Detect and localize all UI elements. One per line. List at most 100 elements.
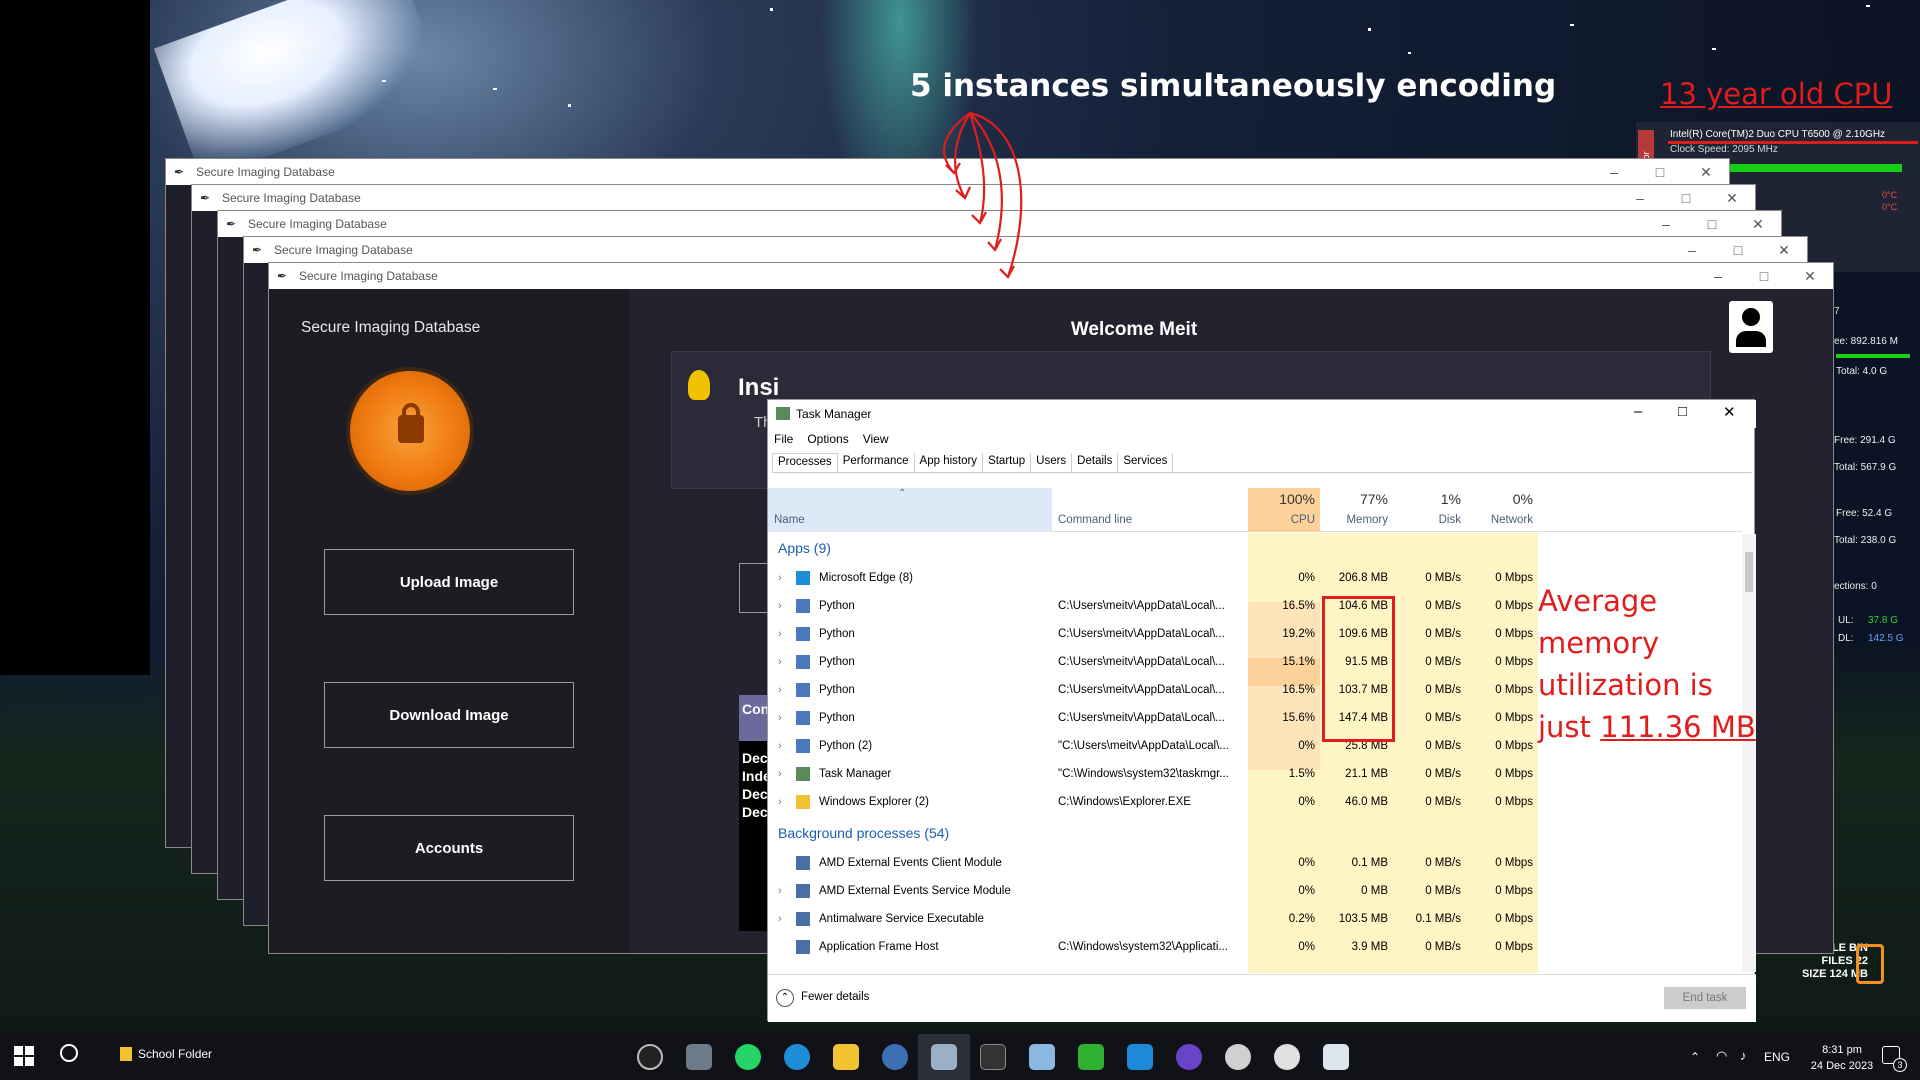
chevron-right-icon[interactable]: › <box>778 913 782 925</box>
tab-users[interactable]: Users <box>1031 453 1073 472</box>
menu-options[interactable]: Options <box>807 432 848 446</box>
name-column-header[interactable]: ⌃ Name <box>768 488 1052 532</box>
process-row[interactable]: › Windows Explorer (2) C:\Windows\Explorer… <box>768 788 1742 816</box>
process-row[interactable]: › AMD External Events Service Module 0% 0 M… <box>768 877 1742 905</box>
chevron-right-icon[interactable]: › <box>778 600 782 612</box>
chevron-right-icon[interactable]: › <box>778 684 782 696</box>
annotation-line: utilization is <box>1538 668 1713 702</box>
clock-time: 8:31 pm <box>1822 1044 1862 1056</box>
disk-column-header[interactable]: 1% Disk <box>1393 488 1466 532</box>
process-row[interactable]: › Task Manager "C:\Windows\system32\taskmg… <box>768 760 1742 788</box>
vscode-icon[interactable] <box>1127 1044 1153 1070</box>
user-shield-icon[interactable] <box>1729 301 1773 353</box>
windows-start-icon[interactable] <box>14 1046 34 1066</box>
minimize-button[interactable]: – <box>1591 164 1637 181</box>
wifi-icon[interactable]: ◠ <box>1716 1048 1727 1064</box>
taskbar-folder-label[interactable]: School Folder <box>138 1047 212 1061</box>
search-icon[interactable] <box>60 1044 78 1062</box>
task-manager-taskbar-icon[interactable] <box>1323 1044 1349 1070</box>
upload-image-button[interactable]: Upload Image <box>324 549 574 615</box>
tab-services[interactable]: Services <box>1118 453 1174 472</box>
cpu-column-header[interactable]: 100% CPU <box>1248 488 1320 532</box>
process-network: 0 Mbps <box>1495 628 1533 640</box>
process-disk: 0.1 MB/s <box>1415 913 1461 925</box>
green-app-icon[interactable] <box>1078 1044 1104 1070</box>
system-clock[interactable]: 8:31 pm 24 Dec 2023 <box>1800 1042 1884 1074</box>
calculator-icon[interactable] <box>686 1044 712 1070</box>
notepad-icon[interactable] <box>1029 1044 1055 1070</box>
chevron-right-icon[interactable]: › <box>778 628 782 640</box>
tm-maximize-button[interactable]: □ <box>1678 403 1687 420</box>
process-row[interactable]: › Antimalware Service Executable 0.2% 103.5… <box>768 905 1742 933</box>
file-explorer-icon[interactable] <box>833 1044 859 1070</box>
black-panel <box>0 0 150 675</box>
close-button[interactable]: ✕ <box>1761 242 1807 259</box>
edge-icon[interactable] <box>784 1044 810 1070</box>
process-disk: 0 MB/s <box>1425 768 1461 780</box>
clock-speed: Clock Speed: 2095 MHz <box>1670 144 1778 155</box>
close-button[interactable]: ✕ <box>1709 190 1755 207</box>
sidebar-title: Secure Imaging Database <box>301 319 481 336</box>
download-image-button[interactable]: Download Image <box>324 682 574 748</box>
process-row[interactable]: Application Frame Host C:\Windows\system3… <box>768 933 1742 961</box>
col-cmd-label[interactable]: Command line <box>1058 514 1132 526</box>
tab-details[interactable]: Details <box>1072 453 1119 472</box>
chevron-right-icon[interactable]: › <box>778 768 782 780</box>
maximize-button[interactable]: □ <box>1689 216 1735 233</box>
chevron-right-icon[interactable]: › <box>778 712 782 724</box>
tab-startup[interactable]: Startup <box>983 453 1032 472</box>
minimize-button[interactable]: – <box>1669 242 1715 259</box>
process-name: Python <box>819 656 855 668</box>
minimize-button[interactable]: – <box>1643 216 1689 233</box>
sysmon-num: 7 <box>1834 306 1840 317</box>
gear-icon[interactable] <box>1225 1044 1251 1070</box>
maximize-button[interactable]: □ <box>1715 242 1761 259</box>
chevron-right-icon[interactable]: › <box>778 740 782 752</box>
terminal-icon[interactable] <box>980 1044 1006 1070</box>
chevron-up-icon[interactable]: ⌃ <box>1690 1050 1700 1064</box>
disk-total: 1% <box>1440 491 1461 507</box>
volume-icon[interactable]: ♪ <box>1740 1048 1747 1063</box>
recycle-bin-icon[interactable] <box>1856 944 1884 984</box>
app-window-icon[interactable] <box>931 1044 957 1070</box>
menu-file[interactable]: File <box>774 432 793 446</box>
menu-view[interactable]: View <box>863 432 889 446</box>
end-task-button[interactable]: End task <box>1664 987 1746 1009</box>
tm-close-button[interactable]: ✕ <box>1723 403 1736 421</box>
maximize-button[interactable]: □ <box>1741 268 1787 285</box>
python-icon[interactable] <box>882 1044 908 1070</box>
minimize-button[interactable]: – <box>1617 190 1663 207</box>
close-button[interactable]: ✕ <box>1787 268 1833 285</box>
tab-app-history[interactable]: App history <box>915 453 984 472</box>
fewer-details-link[interactable]: Fewer details <box>801 991 869 1003</box>
net-label: Network <box>1490 514 1533 526</box>
media-player-icon[interactable] <box>637 1044 663 1070</box>
tm-minimize-button[interactable]: – <box>1634 403 1642 420</box>
close-button[interactable]: ✕ <box>1735 216 1781 233</box>
tab-processes[interactable]: Processes <box>772 453 838 472</box>
network-column-header[interactable]: 0% Network <box>1466 488 1538 532</box>
wallpaper-moon <box>153 0 447 181</box>
github-icon[interactable] <box>1176 1044 1202 1070</box>
chevron-right-icon[interactable]: › <box>778 885 782 897</box>
memory-column-header[interactable]: 77% Memory <box>1320 488 1393 532</box>
maximize-button[interactable]: □ <box>1637 164 1683 181</box>
section-header[interactable]: Background processes (54) <box>768 819 1742 847</box>
maximize-button[interactable]: □ <box>1663 190 1709 207</box>
process-cpu: 15.6% <box>1282 712 1315 724</box>
annotation-memory: Average memory utilization is just 111.3… <box>1538 580 1756 748</box>
tab-performance[interactable]: Performance <box>838 453 915 472</box>
minimize-button[interactable]: – <box>1695 268 1741 285</box>
language-indicator[interactable]: ENG <box>1764 1050 1790 1064</box>
close-button[interactable]: ✕ <box>1683 164 1729 181</box>
tm-titlebar[interactable]: Task Manager – □ ✕ <box>768 400 1756 428</box>
whatsapp-icon[interactable] <box>735 1044 761 1070</box>
chevron-right-icon[interactable]: › <box>778 796 782 808</box>
fewer-details-icon[interactable]: ⌃ <box>776 989 794 1007</box>
process-row[interactable]: AMD External Events Client Module 0% 0.1 M… <box>768 849 1742 877</box>
section-header[interactable]: Apps (9) <box>768 534 1742 562</box>
accounts-button[interactable]: Accounts <box>324 815 574 881</box>
chevron-right-icon[interactable]: › <box>778 656 782 668</box>
chevron-right-icon[interactable]: › <box>778 572 782 584</box>
clock-app-icon[interactable] <box>1274 1044 1300 1070</box>
